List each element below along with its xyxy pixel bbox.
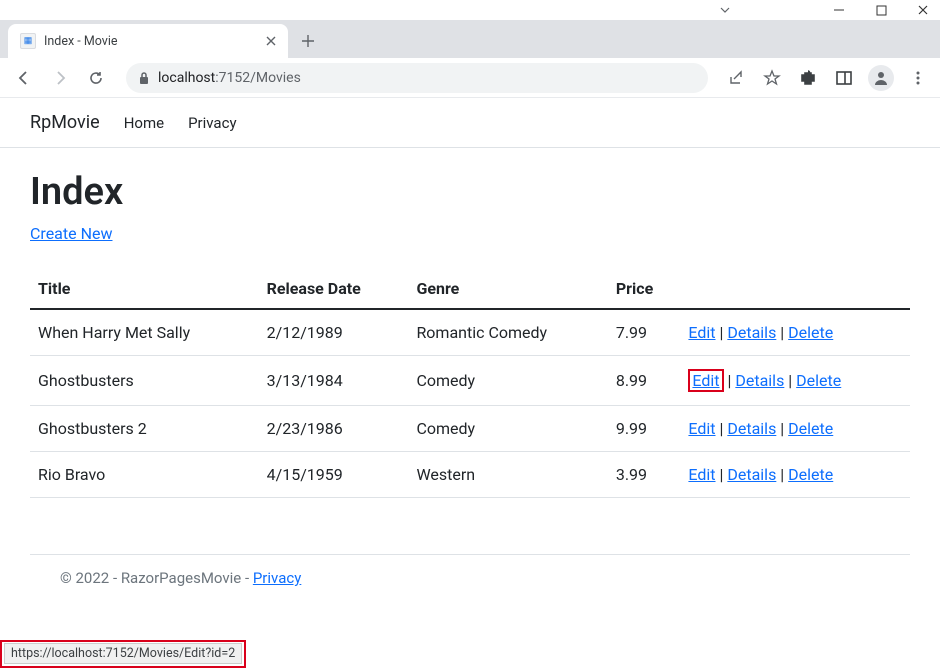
cell-title: Ghostbusters (30, 356, 259, 406)
profile-avatar[interactable] (868, 65, 894, 91)
cell-price: 7.99 (608, 309, 681, 356)
col-actions (680, 269, 910, 309)
close-tab-icon[interactable] (266, 36, 276, 46)
nav-privacy[interactable]: Privacy (188, 114, 236, 132)
cell-price: 8.99 (608, 356, 681, 406)
status-bar-highlight: https://localhost:7152/Movies/Edit?id=2 (0, 640, 246, 668)
reload-button[interactable] (82, 64, 110, 92)
cell-actions: Edit | Details | Delete (680, 452, 910, 498)
status-bar: https://localhost:7152/Movies/Edit?id=2 (4, 643, 242, 664)
edit-link[interactable]: Edit (692, 371, 719, 390)
new-tab-button[interactable] (294, 27, 322, 55)
delete-link[interactable]: Delete (788, 323, 833, 342)
delete-link[interactable]: Delete (796, 371, 841, 390)
edit-link[interactable]: Edit (688, 419, 715, 438)
col-genre: Genre (408, 269, 607, 309)
table-row: Ghostbusters3/13/1984Comedy8.99Edit | De… (30, 356, 910, 406)
cell-release: 3/13/1984 (259, 356, 409, 406)
delete-link[interactable]: Delete (788, 465, 833, 484)
menu-icon[interactable] (906, 66, 930, 90)
share-icon[interactable] (724, 66, 748, 90)
browser-tab[interactable]: ▦ Index - Movie (8, 24, 288, 58)
cell-genre: Comedy (408, 356, 607, 406)
table-row: Ghostbusters 22/23/1986Comedy9.99Edit | … (30, 406, 910, 452)
cell-title: Rio Bravo (30, 452, 259, 498)
separator: | (724, 371, 736, 390)
details-link[interactable]: Details (727, 323, 776, 342)
separator: | (776, 323, 788, 342)
side-panel-icon[interactable] (832, 66, 856, 90)
separator: | (716, 419, 728, 438)
cell-actions: Edit | Details | Delete (680, 406, 910, 452)
footer-privacy-link[interactable]: Privacy (253, 569, 301, 587)
cell-title: Ghostbusters 2 (30, 406, 259, 452)
page-viewport: RpMovie Home Privacy Index Create New Ti… (0, 98, 940, 644)
create-new-link[interactable]: Create New (30, 224, 112, 243)
cell-release: 2/12/1989 (259, 309, 409, 356)
cell-genre: Romantic Comedy (408, 309, 607, 356)
minimize-button[interactable] (832, 3, 846, 17)
cell-actions: Edit | Details | Delete (680, 356, 910, 406)
cell-genre: Western (408, 452, 607, 498)
url-text: localhost:7152/Movies (158, 70, 301, 86)
main-content: Index Create New Title Release Date Genr… (0, 148, 940, 597)
delete-link[interactable]: Delete (788, 419, 833, 438)
site-header: RpMovie Home Privacy (0, 98, 940, 148)
footer-copyright: © 2022 - RazorPagesMovie - (60, 569, 253, 587)
col-release: Release Date (259, 269, 409, 309)
col-price: Price (608, 269, 681, 309)
details-link[interactable]: Details (727, 419, 776, 438)
nav-home[interactable]: Home (124, 114, 164, 132)
separator: | (776, 465, 788, 484)
favicon-icon: ▦ (20, 33, 36, 49)
cell-price: 3.99 (608, 452, 681, 498)
page-title: Index (30, 170, 910, 214)
cell-genre: Comedy (408, 406, 607, 452)
table-row: When Harry Met Sally2/12/1989Romantic Co… (30, 309, 910, 356)
extensions-icon[interactable] (796, 66, 820, 90)
forward-button[interactable] (46, 64, 74, 92)
tab-bar: ▦ Index - Movie (0, 20, 940, 58)
separator: | (716, 465, 728, 484)
brand-link[interactable]: RpMovie (30, 112, 100, 133)
browser-toolbar: localhost:7152/Movies (0, 58, 940, 98)
lock-icon (138, 71, 150, 85)
back-button[interactable] (10, 64, 38, 92)
star-icon[interactable] (760, 66, 784, 90)
close-window-button[interactable] (916, 3, 930, 17)
cell-price: 9.99 (608, 406, 681, 452)
separator: | (716, 323, 728, 342)
chevron-down-icon[interactable] (718, 3, 732, 17)
cell-actions: Edit | Details | Delete (680, 309, 910, 356)
window-controls (0, 0, 940, 20)
cell-title: When Harry Met Sally (30, 309, 259, 356)
details-link[interactable]: Details (735, 371, 784, 390)
movies-table: Title Release Date Genre Price When Harr… (30, 269, 910, 498)
edit-highlight: Edit (688, 369, 723, 392)
maximize-button[interactable] (874, 3, 888, 17)
site-footer: © 2022 - RazorPagesMovie - Privacy (30, 554, 910, 587)
table-row: Rio Bravo4/15/1959Western3.99Edit | Deta… (30, 452, 910, 498)
edit-link[interactable]: Edit (688, 465, 715, 484)
cell-release: 4/15/1959 (259, 452, 409, 498)
edit-link[interactable]: Edit (688, 323, 715, 342)
col-title: Title (30, 269, 259, 309)
address-bar[interactable]: localhost:7152/Movies (126, 63, 708, 93)
separator: | (776, 419, 788, 438)
tab-title: Index - Movie (44, 34, 258, 49)
cell-release: 2/23/1986 (259, 406, 409, 452)
separator: | (784, 371, 796, 390)
details-link[interactable]: Details (727, 465, 776, 484)
